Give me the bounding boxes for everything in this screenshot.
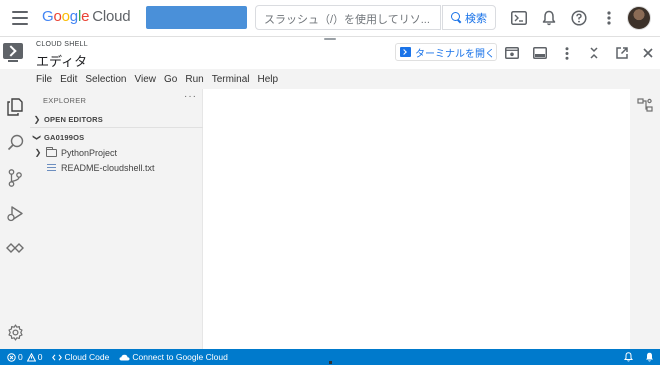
cloud-shell-icon-base xyxy=(8,60,18,62)
project-picker[interactable] xyxy=(146,6,247,29)
activity-bar xyxy=(0,89,30,349)
settings-gear-icon[interactable] xyxy=(4,321,26,343)
menu-selection[interactable]: Selection xyxy=(81,74,130,85)
explorer-title: EXPLORER xyxy=(43,96,87,105)
panel-resize-handle[interactable] xyxy=(324,38,336,40)
diagram-icon[interactable] xyxy=(637,97,653,113)
tree-item-folder[interactable]: ❯ PythonProject xyxy=(30,145,203,160)
logo-letter: e xyxy=(81,8,90,25)
explorer-more-actions[interactable]: ··· xyxy=(184,91,197,102)
menu-terminal[interactable]: Terminal xyxy=(208,74,254,85)
search-input[interactable]: スラッシュ（/）を使用してリソ... xyxy=(255,5,441,30)
section-divider xyxy=(30,127,203,128)
cloud-icon xyxy=(119,354,130,360)
connect-gcloud-status[interactable]: Connect to Google Cloud xyxy=(119,352,228,362)
logo-letter: g xyxy=(69,8,78,25)
search-icon[interactable] xyxy=(4,131,26,153)
status-notifications-icon[interactable] xyxy=(643,351,655,363)
account-avatar[interactable] xyxy=(627,6,651,30)
problems-indicator[interactable]: 0 0 xyxy=(7,352,42,362)
more-vert-icon[interactable] xyxy=(599,8,619,28)
notifications-icon[interactable] xyxy=(539,8,559,28)
error-icon xyxy=(7,352,16,362)
run-debug-icon[interactable] xyxy=(4,202,26,224)
text-file-icon xyxy=(47,164,56,171)
search-button[interactable]: 検索 xyxy=(442,5,496,30)
chevron-right-icon: ❯ xyxy=(33,114,41,124)
search-button-label: 検索 xyxy=(465,12,487,25)
google-cloud-logo[interactable]: Google Cloud xyxy=(42,8,131,25)
logo-cloud-text: Cloud xyxy=(92,8,131,25)
search-icon xyxy=(451,12,462,23)
page-title: エディタ xyxy=(36,54,88,69)
close-icon[interactable] xyxy=(638,43,658,63)
chevron-down-icon: ❯ xyxy=(32,133,42,141)
logo-letter: G xyxy=(42,8,54,25)
status-bell-icon[interactable] xyxy=(622,351,634,363)
resize-grip[interactable] xyxy=(329,361,332,364)
cloud-code-status[interactable]: Cloud Code xyxy=(52,352,109,362)
explorer-sidebar: EXPLORER ··· ❯ OPEN EDITORS ❯ GA0199OS ❯… xyxy=(30,89,203,349)
editor-menubar: File Edit Selection View Go Run Terminal… xyxy=(0,69,660,89)
folder-icon xyxy=(46,146,57,157)
cloud-shell-activate-icon[interactable] xyxy=(509,8,529,28)
secondary-sidebar xyxy=(630,89,660,349)
open-editors-label: OPEN EDITORS xyxy=(44,114,103,124)
minimize-icon[interactable] xyxy=(584,43,604,63)
open-terminal-label: ターミナルを開く xyxy=(415,48,495,60)
logo-letter: o xyxy=(61,8,70,25)
connect-gcloud-label: Connect to Google Cloud xyxy=(132,352,228,362)
more-options-icon[interactable] xyxy=(557,43,577,63)
help-icon[interactable] xyxy=(569,8,589,28)
cloud-shell-header: CLOUD SHELL エディタ ターミナルを開く xyxy=(0,36,660,69)
menu-help[interactable]: Help xyxy=(254,74,283,85)
menu-run[interactable]: Run xyxy=(181,74,207,85)
toggle-panel-icon[interactable] xyxy=(530,43,550,63)
web-preview-icon[interactable] xyxy=(502,43,522,63)
file-name: README-cloudshell.txt xyxy=(61,162,155,173)
open-new-window-icon[interactable] xyxy=(612,43,632,63)
cloud-shell-caption: CLOUD SHELL xyxy=(36,41,88,48)
open-terminal-button[interactable]: ターミナルを開く xyxy=(395,43,497,61)
gc-topbar: Google Cloud スラッシュ（/）を使用してリソ... 検索 xyxy=(0,0,660,36)
cloud-code-icon[interactable] xyxy=(4,237,26,259)
menu-view[interactable]: View xyxy=(131,74,161,85)
folder-name: PythonProject xyxy=(61,147,118,158)
source-control-icon[interactable] xyxy=(4,167,26,189)
open-editors-section[interactable]: ❯ OPEN EDITORS xyxy=(30,112,203,126)
workspace-section[interactable]: ❯ GA0199OS xyxy=(30,130,203,144)
menu-file[interactable]: File xyxy=(32,74,56,85)
warning-icon xyxy=(26,352,36,361)
workspace-label: GA0199OS xyxy=(44,132,85,142)
menu-go[interactable]: Go xyxy=(160,74,181,85)
cloud-code-label: Cloud Code xyxy=(64,352,110,362)
terminal-icon xyxy=(400,47,411,57)
logo-letter: o xyxy=(53,8,62,25)
main-menu-icon[interactable] xyxy=(12,11,28,25)
explorer-icon[interactable] xyxy=(4,96,26,118)
menu-edit[interactable]: Edit xyxy=(56,74,81,85)
cloud-shell-icon xyxy=(3,43,23,59)
error-count: 0 xyxy=(18,352,23,362)
editor-area[interactable] xyxy=(203,89,630,349)
code-brackets-icon xyxy=(52,353,63,361)
chevron-right-icon: ❯ xyxy=(34,148,42,157)
tree-item-file[interactable]: README-cloudshell.txt xyxy=(30,160,203,175)
warning-count: 0 xyxy=(37,352,43,362)
